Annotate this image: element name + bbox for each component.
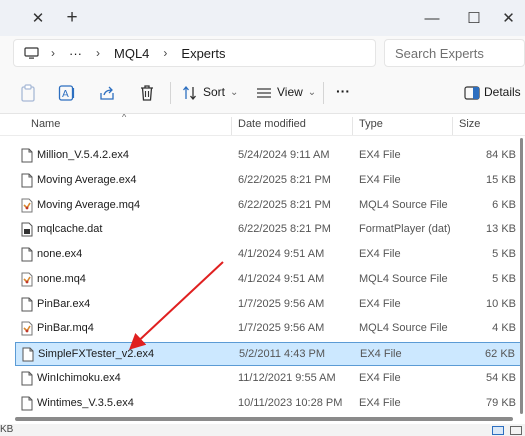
annotation-arrow: [129, 261, 224, 350]
